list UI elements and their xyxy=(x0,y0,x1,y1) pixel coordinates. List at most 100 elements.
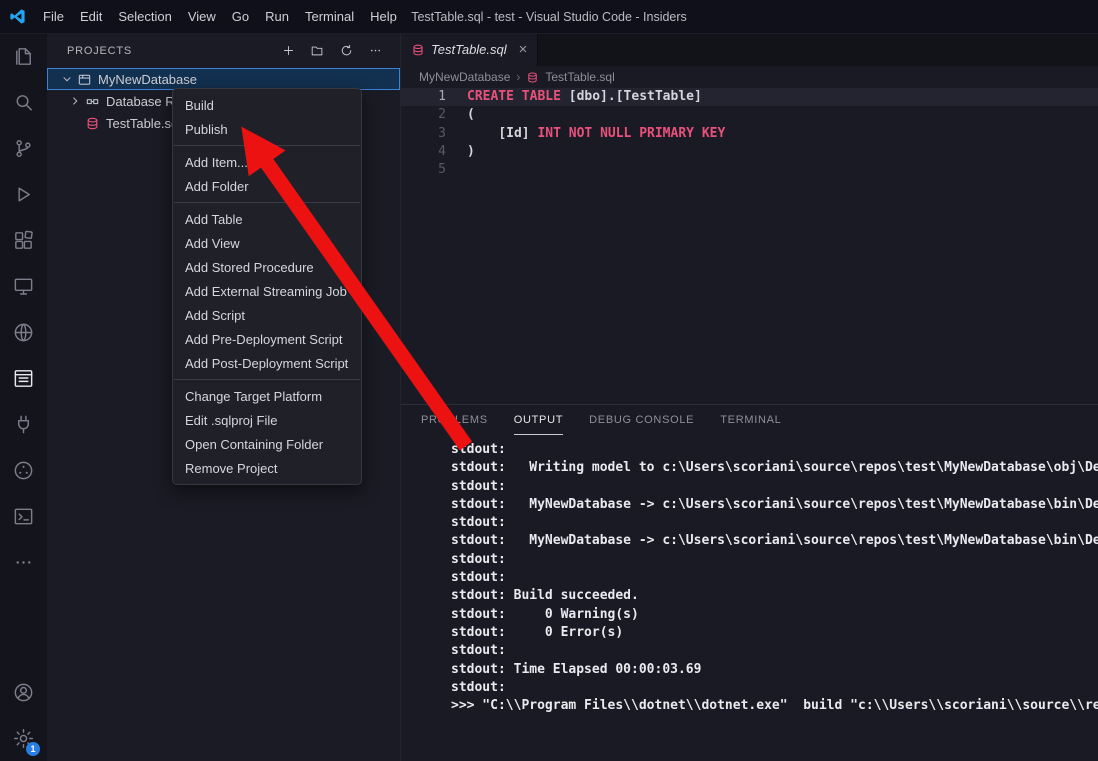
line-number: 5 xyxy=(401,161,446,179)
menu-view[interactable]: View xyxy=(180,0,224,33)
activity-item-database-projects[interactable] xyxy=(0,355,47,401)
context-menu-item-change-target-platform[interactable]: Change Target Platform xyxy=(173,384,361,408)
context-menu-item-add-folder[interactable]: Add Folder xyxy=(173,174,361,198)
activity-item-web[interactable] xyxy=(0,309,47,355)
chevron-right-icon[interactable] xyxy=(67,94,83,108)
remote-explorer-icon xyxy=(12,275,35,298)
context-menu-item-add-post-deployment-script[interactable]: Add Post-Deployment Script xyxy=(173,351,361,375)
settings-badge: 1 xyxy=(26,742,40,756)
output-console[interactable]: stdout:stdout: Writing model to c:\Users… xyxy=(401,437,1098,761)
menu-run[interactable]: Run xyxy=(257,0,297,33)
context-menu-item-add-view[interactable]: Add View xyxy=(173,231,361,255)
menu-go[interactable]: Go xyxy=(224,0,257,33)
activity-item-source-control[interactable] xyxy=(0,125,47,171)
breadcrumb-file[interactable]: TestTable.sql xyxy=(545,70,614,84)
menu-terminal[interactable]: Terminal xyxy=(297,0,362,33)
refresh-button[interactable] xyxy=(335,40,357,62)
context-menu-item-build[interactable]: Build xyxy=(173,93,361,117)
activity-item-azure[interactable] xyxy=(0,447,47,493)
activity-item-search[interactable] xyxy=(0,79,47,125)
output-line: stdout: xyxy=(451,441,1098,459)
code-text: CREATE TABLE [dbo].[TestTable] xyxy=(446,88,702,106)
context-menu-item-add-item[interactable]: Add Item... xyxy=(173,150,361,174)
line-number: 2 xyxy=(401,106,446,124)
more-icon xyxy=(12,551,35,574)
code-line: 5 xyxy=(401,161,1098,179)
code-text xyxy=(446,161,467,179)
context-menu-item-add-pre-deployment-script[interactable]: Add Pre-Deployment Script xyxy=(173,327,361,351)
activity-item-extensions[interactable] xyxy=(0,217,47,263)
more-h-icon xyxy=(368,43,383,58)
activity-item-more[interactable] xyxy=(0,539,47,585)
output-line: stdout: Writing model to c:\Users\scoria… xyxy=(451,459,1098,477)
output-line: stdout: xyxy=(451,642,1098,660)
activity-item-connections[interactable] xyxy=(0,401,47,447)
project-icon xyxy=(77,71,93,87)
vscode-insiders-logo-icon xyxy=(9,8,26,25)
sidebar-header: PROJECTS xyxy=(47,33,400,68)
refresh-icon xyxy=(339,43,354,58)
panel-tab-problems[interactable]: PROBLEMS xyxy=(421,405,488,435)
title-bar: FileEditSelectionViewGoRunTerminalHelp T… xyxy=(0,0,1098,34)
context-menu-item-add-table[interactable]: Add Table xyxy=(173,207,361,231)
query-history-icon xyxy=(12,505,35,528)
line-number: 3 xyxy=(401,125,446,143)
context-menu-item-publish[interactable]: Publish xyxy=(173,117,361,141)
tree-item-mynewdatabase[interactable]: MyNewDatabase xyxy=(47,68,400,90)
context-menu-item-edit-sqlproj-file[interactable]: Edit .sqlproj File xyxy=(173,408,361,432)
code-editor[interactable]: 1CREATE TABLE [dbo].[TestTable]2(3 [Id] … xyxy=(401,88,1098,179)
chevron-down-icon[interactable] xyxy=(59,72,75,86)
menu-selection[interactable]: Selection xyxy=(110,0,179,33)
activity-item-settings[interactable]: 1 xyxy=(0,715,47,761)
context-menu-item-add-external-streaming-job[interactable]: Add External Streaming Job xyxy=(173,279,361,303)
panel-tab-debug-console[interactable]: DEBUG CONSOLE xyxy=(589,405,694,435)
code-text: ) xyxy=(446,143,475,161)
close-icon[interactable] xyxy=(519,42,528,57)
add-project-button[interactable] xyxy=(277,40,299,62)
panel-tab-output[interactable]: OUTPUT xyxy=(514,405,563,435)
tree-item-label: MyNewDatabase xyxy=(98,72,197,87)
context-menu-item-add-script[interactable]: Add Script xyxy=(173,303,361,327)
sql-file-icon xyxy=(526,71,539,84)
sqlfile-icon xyxy=(85,115,101,131)
more-actions-button[interactable] xyxy=(364,40,386,62)
breadcrumb-project[interactable]: MyNewDatabase xyxy=(419,70,510,84)
menu-separator xyxy=(174,145,360,146)
output-line: stdout: MyNewDatabase -> c:\Users\scoria… xyxy=(451,496,1098,514)
menu-file[interactable]: File xyxy=(35,0,72,33)
panel-tab-terminal[interactable]: TERMINAL xyxy=(720,405,781,435)
activity-item-query-history[interactable] xyxy=(0,493,47,539)
menu-separator xyxy=(174,379,360,380)
code-text: ( xyxy=(446,106,475,124)
output-line: >>> "C:\\Program Files\\dotnet\\dotnet.e… xyxy=(451,697,1098,715)
panel-tab-bar: PROBLEMS OUTPUT DEBUG CONSOLE TERMINAL xyxy=(401,405,1098,435)
references-icon xyxy=(85,93,101,109)
tab-testtable-sql[interactable]: TestTable.sql xyxy=(401,33,538,66)
activity-item-explorer[interactable] xyxy=(0,33,47,79)
context-menu-item-remove-project[interactable]: Remove Project xyxy=(173,456,361,480)
context-menu-item-add-stored-procedure[interactable]: Add Stored Procedure xyxy=(173,255,361,279)
menu-edit[interactable]: Edit xyxy=(72,0,110,33)
output-line: stdout: Build succeeded. xyxy=(451,587,1098,605)
activity-item-accounts[interactable] xyxy=(0,669,47,715)
azure-icon xyxy=(12,459,35,482)
tab-label: TestTable.sql xyxy=(431,42,507,57)
breadcrumb: MyNewDatabase TestTable.sql xyxy=(401,66,1098,88)
output-line: stdout: 0 Error(s) xyxy=(451,624,1098,642)
bottom-panel: PROBLEMS OUTPUT DEBUG CONSOLE TERMINAL stdo… xyxy=(401,404,1098,761)
connections-icon xyxy=(12,413,35,436)
project-context-menu: BuildPublish Add Item...Add Folder Add Tab… xyxy=(172,88,362,485)
activity-item-run-and-debug[interactable] xyxy=(0,171,47,217)
run-and-debug-icon xyxy=(12,183,35,206)
editor-group: TestTable.sql MyNewDatabase TestTable.sq… xyxy=(400,33,1098,761)
sidebar-title: PROJECTS xyxy=(67,45,132,57)
activity-bar: 1 xyxy=(0,33,47,761)
activity-item-remote-explorer[interactable] xyxy=(0,263,47,309)
menu-help[interactable]: Help xyxy=(362,0,405,33)
tree-item-label: TestTable.sql xyxy=(106,116,181,131)
open-project-button[interactable] xyxy=(306,40,328,62)
code-text: [Id] INT NOT NULL PRIMARY KEY xyxy=(446,125,725,143)
context-menu-item-open-containing-folder[interactable]: Open Containing Folder xyxy=(173,432,361,456)
output-line: stdout: xyxy=(451,514,1098,532)
chevron-separator-icon xyxy=(516,70,520,84)
